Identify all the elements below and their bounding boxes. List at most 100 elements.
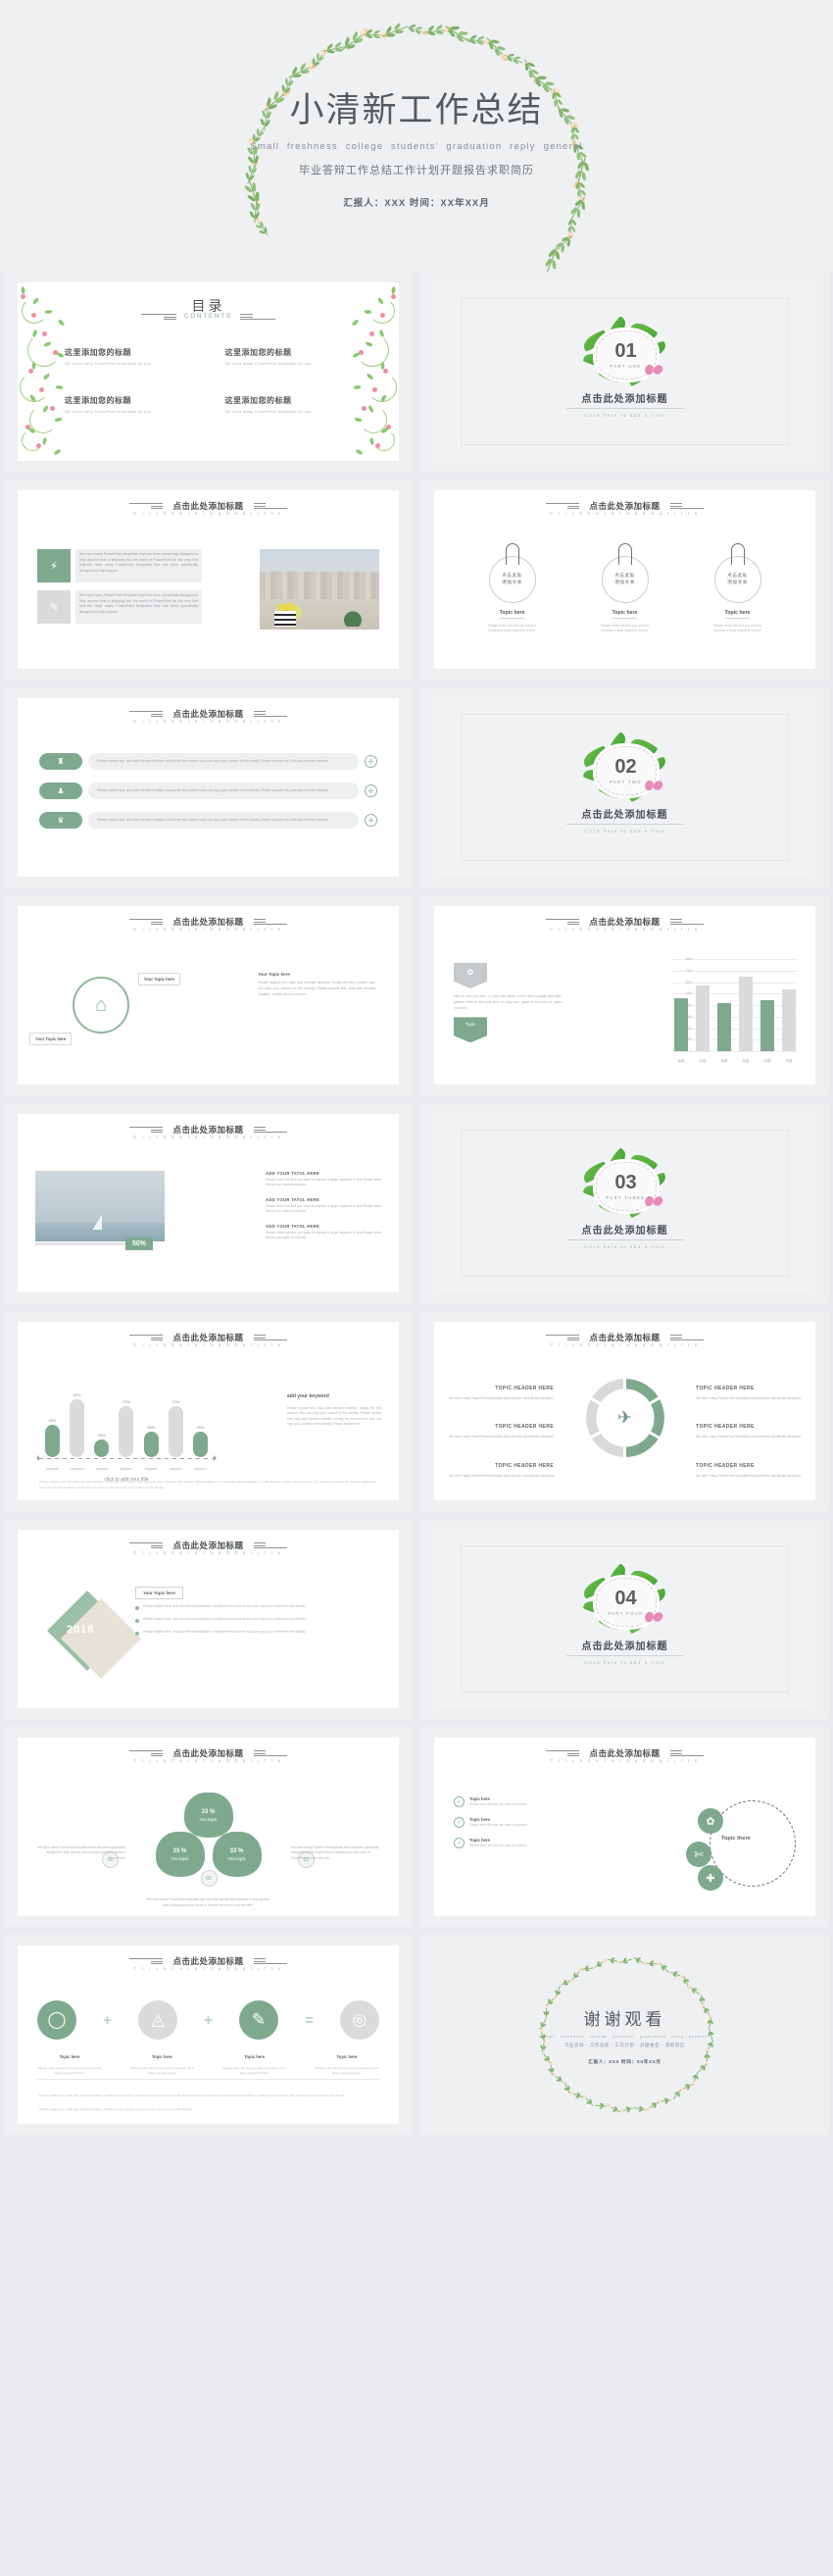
donut-topic-item[interactable]: TOPIC HEADER HERE We have many PowerPoin…: [696, 1415, 802, 1440]
donut-topic-item[interactable]: TOPIC HEADER HERE We have many PowerPoin…: [696, 1454, 802, 1479]
photo-side-item[interactable]: ADD YOUR TATOL HERE Please enter the tex…: [266, 1171, 381, 1188]
house-tag-2[interactable]: Your Topic here: [29, 1033, 73, 1045]
windsurfing-photo: [35, 1171, 165, 1241]
trefoil-percent: 33 %: [172, 1847, 187, 1854]
header-deco-right: [253, 1958, 287, 1964]
thumbnail-row-9: 点击此处添加标题 C l i c k h e r e t o a d d a t…: [0, 1935, 833, 2143]
slide-header: 点击此处添加标题 C l i c k h e r e t o a d d a t…: [18, 1124, 399, 1139]
target-icon[interactable]: ◎: [339, 2000, 379, 2040]
section-badge-03: 03 PART THREE: [579, 1147, 670, 1219]
plus-operator-2: +: [204, 2011, 213, 2029]
lamp-icon[interactable]: ◬: [137, 2000, 177, 2040]
slide-thumb-column-chart[interactable]: 点击此处添加标题 C l i c k h e r e t o a d d a t…: [4, 1311, 413, 1511]
contents-item[interactable]: 这里添加您的标题 We have many PowerPoint templat…: [225, 347, 353, 366]
column-group: 35%: [143, 1425, 159, 1457]
slide-thumb-divider-03[interactable]: 03 PART THREE 点击此处添加标题 Click here to add…: [420, 1103, 829, 1303]
slide-thumb-ending[interactable]: 谢谢观看 Small freshness college students' g…: [420, 1935, 829, 2135]
plus-circle-icon[interactable]: ✛: [365, 755, 377, 768]
planet-icon[interactable]: ◯: [37, 2000, 76, 2040]
donut-topic-item[interactable]: TOPIC HEADER HERE We have many PowerPoin…: [696, 1377, 802, 1401]
house-copy-block: Your Topic here Please replace text, cli…: [258, 971, 375, 998]
contents-item[interactable]: 这里添加您的标题 We have many PowerPoint templat…: [65, 395, 192, 414]
thumbnail-row-2: 点击此处添加标题 C l i c k h e r e t o a d d a t…: [0, 480, 833, 687]
trefoil-segment[interactable]: 33 % You topic: [155, 1832, 205, 1877]
badge-03[interactable]: 03: [200, 1870, 218, 1887]
icon-text-row[interactable]: ⚡ We have many PowerPoint templates that…: [37, 549, 202, 582]
slide-thumb-divider-02[interactable]: 02 PART TWO 点击此处添加标题 Click here to add a…: [420, 687, 829, 887]
trefoil-segment[interactable]: 33 % You topic: [212, 1832, 262, 1877]
slide-thumb-icon-equation[interactable]: 点击此处添加标题 C l i c k h e r e t o a d d a t…: [4, 1935, 413, 2135]
slide-thumb-bar-chart[interactable]: 点击此处添加标题 C l i c k h e r e t o a d d a t…: [420, 895, 829, 1095]
contents-item-heading: 这里添加您的标题: [65, 396, 131, 405]
slide-thumb-contents[interactable]: 目录 CONTENTS 这里添加您的标题 We have many PowerP…: [4, 272, 413, 472]
slide-thumb-trefoil[interactable]: 点击此处添加标题 C l i c k h e r e t o a d d a t…: [4, 1727, 413, 1927]
circle-topic-item[interactable]: 点击此处 添加文本 Topic here Please enter the te…: [482, 543, 543, 634]
thumbnail-row-8: 点击此处添加标题 C l i c k h e r e t o a d d a t…: [0, 1727, 833, 1935]
check-item[interactable]: ✓ Topic here Please enter the text you w…: [454, 1838, 571, 1849]
plus-chip-icon[interactable]: ✚: [698, 1865, 723, 1891]
diamond-topic-chip[interactable]: Your Topic here: [135, 1587, 183, 1599]
column-x-label: keyword: [46, 1467, 59, 1471]
bullet-item: Please replace text, click add relevant …: [135, 1630, 377, 1636]
header-deco-left: [129, 1958, 164, 1964]
column-x-label: keyword: [170, 1467, 182, 1471]
slide-thumb-divider-04[interactable]: 04 PART FOUR 点击此处添加标题 Click here to add …: [420, 1519, 829, 1719]
scissors-chip-icon[interactable]: ✄: [686, 1842, 711, 1867]
diamond-bullet-list: Please replace text, click add relevant …: [135, 1604, 377, 1642]
pill-row[interactable]: ♟ Please replace text, click add relevan…: [39, 783, 377, 799]
cover-slide[interactable]: 小清新工作总结 Small freshness college students…: [0, 0, 833, 272]
house-icon: ⌂: [73, 977, 129, 1034]
check-item[interactable]: ✓ Topic here Please enter the text you w…: [454, 1817, 571, 1829]
slide-thumb-check-cluster[interactable]: 点击此处添加标题 C l i c k h e r e t o a d d a t…: [420, 1727, 829, 1927]
header-deco-right: [669, 1750, 704, 1756]
butterfly-chip-icon[interactable]: ✿: [698, 1808, 723, 1834]
photo-side-item[interactable]: ADD YOUR TATOL HERE Please enter the tex…: [266, 1197, 381, 1215]
slide-thumb-divider-01[interactable]: 01 PART ONE 点击此处添加标题 Click here to add a…: [420, 272, 829, 472]
plus-circle-icon[interactable]: ✛: [365, 814, 377, 827]
equation-divider-rule: [37, 2079, 379, 2080]
slide-thumb-three-circles[interactable]: 点击此处添加标题 C l i c k h e r e t o a d d a t…: [420, 480, 829, 680]
bullet-item: Please replace text, click add relevant …: [135, 1617, 377, 1623]
pill-row[interactable]: ♛ Please replace text, click add relevan…: [39, 812, 377, 829]
header-deco-right: [669, 919, 704, 925]
contents-title-block: 目录 CONTENTS: [18, 296, 399, 320]
bullet-dot-icon: [135, 1606, 139, 1610]
slide-thumb-diamond-2018[interactable]: 点击此处添加标题 C l i c k h e r e t o a d d a t…: [4, 1519, 413, 1719]
rocket-icon[interactable]: ✎: [238, 2000, 278, 2040]
column-value-label: 35%: [196, 1425, 205, 1431]
donut-topic-item[interactable]: TOPIC HEADER HERE We have many PowerPoin…: [448, 1377, 554, 1401]
plus-circle-icon[interactable]: ✛: [365, 784, 377, 797]
circle-line-2: 添加文本: [502, 581, 522, 585]
section-part-label: PART ONE: [610, 364, 642, 370]
donut-topic-item[interactable]: TOPIC HEADER HERE We have many PowerPoin…: [448, 1415, 554, 1440]
check-item[interactable]: ✓ Topic here Please enter the text you w…: [454, 1796, 571, 1807]
photo-side-item[interactable]: ADD YOUR TATOL HERE Please enter the tex…: [266, 1224, 381, 1241]
slide-thumb-icon-rows[interactable]: 点击此处添加标题 C l i c k h e r e t o a d d a t…: [4, 480, 413, 680]
pill-row[interactable]: ♜ Please replace text, click add relevan…: [39, 753, 377, 770]
donut-topic-body: We have many PowerPoint templates that h…: [696, 1473, 801, 1478]
circle-topic-item[interactable]: 点击此处 添加文本 Topic here Please enter the te…: [708, 543, 768, 634]
donut-topic-heading: TOPIC HEADER HERE: [696, 1462, 755, 1469]
contents-item[interactable]: 这里添加您的标题 We have many PowerPoint templat…: [225, 395, 353, 414]
circle-topic-body: Please enter the text you want to expres…: [487, 624, 537, 633]
icon-text-row[interactable]: ✎ We have many PowerPoint templates that…: [37, 590, 202, 624]
column-group: 25%: [94, 1433, 110, 1457]
trefoil-segment[interactable]: 33 % You topic: [183, 1793, 233, 1838]
house-tag-1[interactable]: Your Topic here: [137, 973, 180, 985]
slide-header: 点击此处添加标题 C l i c k h e r e t o a d d a t…: [18, 1540, 399, 1555]
column-group: 35%: [192, 1425, 208, 1457]
donut-topic-item[interactable]: TOPIC HEADER HERE We have many PowerPoin…: [448, 1454, 554, 1479]
flower-ribbon-icon: ✿: [454, 963, 487, 988]
contents-item[interactable]: 这里添加您的标题 We have many PowerPoint templat…: [65, 347, 192, 366]
equation-label-body: Please enter the text you want to expres…: [130, 2066, 194, 2075]
column-bar: [192, 1432, 208, 1457]
slide-thumb-pill-rows[interactable]: 点击此处添加标题 C l i c k h e r e t o a d d a t…: [4, 687, 413, 887]
circle-topic-item[interactable]: 点击此处 添加文本 Topic here Please enter the te…: [595, 543, 656, 634]
slide-title-en: C l i c k h e r e t o a d d a t i t l e: [133, 1550, 283, 1555]
slide-thumb-house-circle[interactable]: 点击此处添加标题 C l i c k h e r e t o a d d a t…: [4, 895, 413, 1095]
section-title-en: Click here to add a title: [584, 1244, 665, 1250]
contents-title-en: CONTENTS: [184, 314, 232, 320]
ending-presenter-meta: 汇报人：XXX 时间：XX年XX月: [588, 2058, 662, 2064]
slide-thumb-photo-list[interactable]: 点击此处添加标题 C l i c k h e r e t o a d d a t…: [4, 1103, 413, 1303]
slide-thumb-donut-topics[interactable]: 点击此处添加标题 C l i c k h e r e t o a d d a t…: [420, 1311, 829, 1511]
